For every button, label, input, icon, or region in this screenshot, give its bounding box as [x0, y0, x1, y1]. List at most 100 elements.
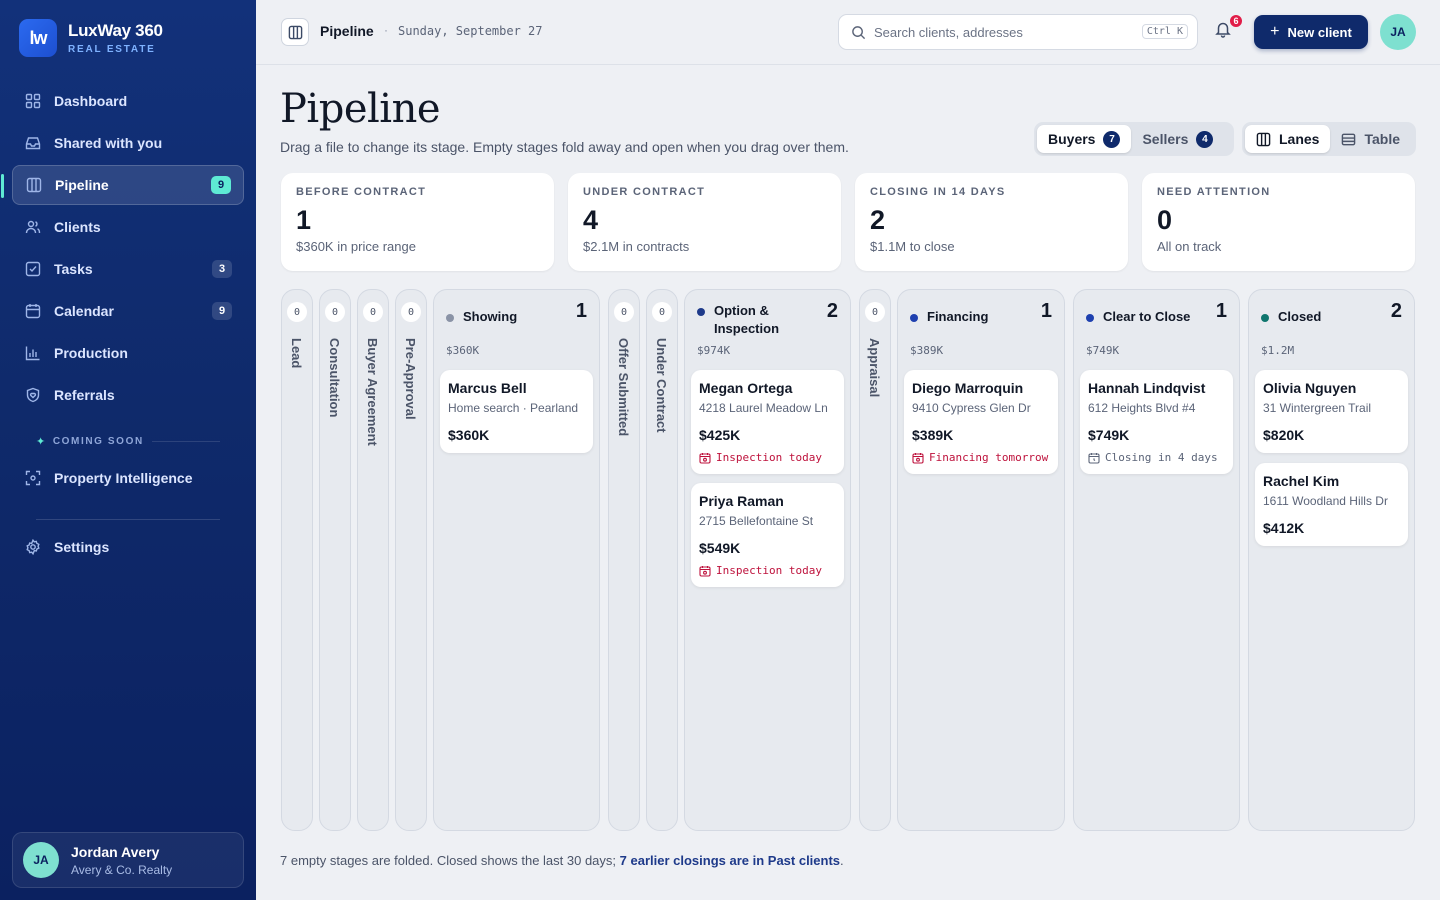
columns-icon — [25, 177, 42, 194]
lanes-view-button[interactable]: Lanes — [1245, 125, 1331, 153]
stat-label: BEFORE CONTRACT — [296, 186, 427, 198]
folded-lane-offer-submitted[interactable]: 0 Offer Submitted — [608, 289, 640, 831]
lane-count: 2 — [1390, 300, 1402, 322]
sidebar-toggle-button[interactable] — [281, 18, 309, 46]
search-input[interactable] — [874, 24, 1134, 40]
avatar[interactable]: JA — [1380, 14, 1416, 50]
lane-status-dot — [1261, 314, 1269, 322]
folded-lane-appraisal[interactable]: 0 Appraisal — [859, 289, 891, 831]
lane-name: Financing — [927, 309, 989, 324]
folded-lane-under-contract[interactable]: 0 Under Contract — [646, 289, 678, 831]
client-address: 612 Heights Blvd #4 — [1088, 401, 1196, 415]
lane-financing: Financing 1 $389K Diego Marroquin 9410 C… — [897, 289, 1065, 831]
lane-total: $360K — [446, 344, 480, 357]
sidebar-item-label: Settings — [54, 539, 110, 555]
client-price: $412K — [1263, 520, 1305, 536]
sidebar-item-label: Shared with you — [54, 135, 163, 151]
nav-badge: 3 — [212, 260, 232, 278]
client-card[interactable]: Rachel Kim 1611 Woodland Hills Dr $412K — [1255, 463, 1408, 546]
client-price: $360K — [448, 427, 490, 443]
sidebar-item-clients[interactable]: Clients — [12, 207, 244, 247]
new-client-button[interactable]: + New client — [1254, 15, 1368, 49]
deadline-flag: Financing tomorrow — [912, 451, 1050, 464]
view-label: Lanes — [1279, 131, 1320, 147]
sellers-tab[interactable]: Sellers 4 — [1131, 125, 1224, 153]
sidebar-item-pipeline[interactable]: Pipeline 9 — [1, 165, 244, 205]
stat-label: UNDER CONTRACT — [583, 186, 706, 198]
sidebar-item-settings[interactable]: Settings — [12, 527, 244, 567]
lane-clear-to-close: Clear to Close 1 $749K Hannah Lindqvist … — [1073, 289, 1240, 831]
search-box[interactable]: Ctrl K — [838, 14, 1198, 50]
client-card[interactable]: Priya Raman 2715 Bellefontaine St $549K … — [691, 483, 844, 587]
folded-lane-consultation[interactable]: 0 Consultation — [319, 289, 351, 831]
sidebar-item-label: Property Intelligence — [54, 470, 193, 486]
flag-text: Closing in 4 days — [1105, 451, 1218, 464]
calendar-alert-icon — [699, 452, 711, 464]
view-toggle: Lanes Table — [1242, 122, 1416, 156]
breadcrumb-title: Pipeline — [320, 23, 374, 39]
lane-total: $749K — [1086, 344, 1120, 357]
buyers-tab[interactable]: Buyers 7 — [1037, 125, 1132, 153]
user-org: Avery & Co. Realty — [71, 862, 173, 877]
past-clients-link[interactable]: 7 earlier closings are in Past clients — [620, 853, 840, 868]
sidebar-item-property-intelligence[interactable]: Property Intelligence — [12, 458, 244, 498]
stat-need-attention: NEED ATTENTION 0 All on track — [1142, 173, 1415, 271]
deadline-flag: Inspection today — [699, 564, 836, 577]
lane-status-dot — [697, 308, 705, 316]
user-card[interactable]: JA Jordan Avery Avery & Co. Realty — [12, 832, 244, 888]
client-card[interactable]: Marcus Bell Home search · Pearland $360K — [440, 370, 593, 453]
client-name: Megan Ortega — [699, 380, 793, 396]
stat-value: 0 — [1157, 205, 1173, 235]
sidebar-nav: Dashboard Shared with you Pipeline 9 Cli… — [1, 81, 244, 417]
footer-text: 7 empty stages are folded. Closed shows … — [280, 853, 620, 868]
stat-label: CLOSING IN 14 DAYS — [870, 186, 1006, 198]
folded-lane-lead[interactable]: 0 Lead — [281, 289, 313, 831]
sidebar-item-production[interactable]: Production — [12, 333, 244, 373]
lane-count: 0 — [401, 302, 421, 322]
lane-total: $389K — [910, 344, 944, 357]
client-card[interactable]: Olivia Nguyen 31 Wintergreen Trail $820K — [1255, 370, 1408, 453]
lane-count: 1 — [575, 300, 587, 322]
lane-name: Closed — [1278, 309, 1322, 324]
coming-soon-heading: ✦ COMING SOON — [36, 435, 220, 448]
bar-chart-icon — [24, 345, 41, 362]
brand-logo: lw — [19, 19, 57, 57]
stat-under-contract: UNDER CONTRACT 4 $2.1M in contracts — [568, 173, 841, 271]
user-name: Jordan Avery — [71, 843, 160, 860]
lane-label: Lead — [289, 338, 304, 369]
page-subtitle: Drag a file to change its stage. Empty s… — [280, 139, 849, 155]
lane-count: 0 — [865, 302, 885, 322]
table-view-button[interactable]: Table — [1330, 125, 1411, 153]
sidebar-item-dashboard[interactable]: Dashboard — [12, 81, 244, 121]
stat-note: $1.1M to close — [870, 239, 955, 254]
inbox-icon — [24, 135, 41, 152]
lane-count: 0 — [614, 302, 634, 322]
nav-badge: 9 — [212, 302, 232, 320]
sidebar-item-shared[interactable]: Shared with you — [12, 123, 244, 163]
sidebar-item-tasks[interactable]: Tasks 3 — [12, 249, 244, 289]
calendar-alert-icon — [912, 452, 924, 464]
folded-lane-pre-approval[interactable]: 0 Pre-Approval — [395, 289, 427, 831]
calendar-clock-icon — [1088, 452, 1100, 464]
gear-icon — [24, 539, 41, 556]
brand[interactable]: lw LuxWay 360 REAL ESTATE — [19, 19, 163, 57]
folded-lane-buyer-agreement[interactable]: 0 Buyer Agreement — [357, 289, 389, 831]
stat-value: 1 — [296, 205, 312, 235]
sidebar-item-referrals[interactable]: Referrals — [12, 375, 244, 415]
breadcrumb-separator: · — [384, 23, 388, 37]
nav-badge: 9 — [211, 176, 231, 194]
lane-name: Showing — [463, 309, 518, 324]
client-card[interactable]: Diego Marroquin 9410 Cypress Glen Dr $38… — [904, 370, 1058, 474]
sidebar-item-calendar[interactable]: Calendar 9 — [12, 291, 244, 331]
client-card[interactable]: Megan Ortega 4218 Laurel Meadow Ln $425K… — [691, 370, 844, 474]
client-card[interactable]: Hannah Lindqvist 612 Heights Blvd #4 $74… — [1080, 370, 1233, 474]
lane-label: Pre-Approval — [403, 338, 418, 420]
lane-count: 2 — [826, 300, 838, 322]
flag-text: Inspection today — [716, 451, 822, 464]
coming-soon-nav: Property Intelligence — [12, 458, 244, 500]
sidebar-item-label: Clients — [54, 219, 101, 235]
stat-closing-soon: CLOSING IN 14 DAYS 2 $1.1M to close — [855, 173, 1128, 271]
tab-label: Buyers — [1048, 131, 1096, 147]
lane-name: Option & Inspection — [714, 303, 780, 336]
stat-value: 2 — [870, 205, 886, 235]
